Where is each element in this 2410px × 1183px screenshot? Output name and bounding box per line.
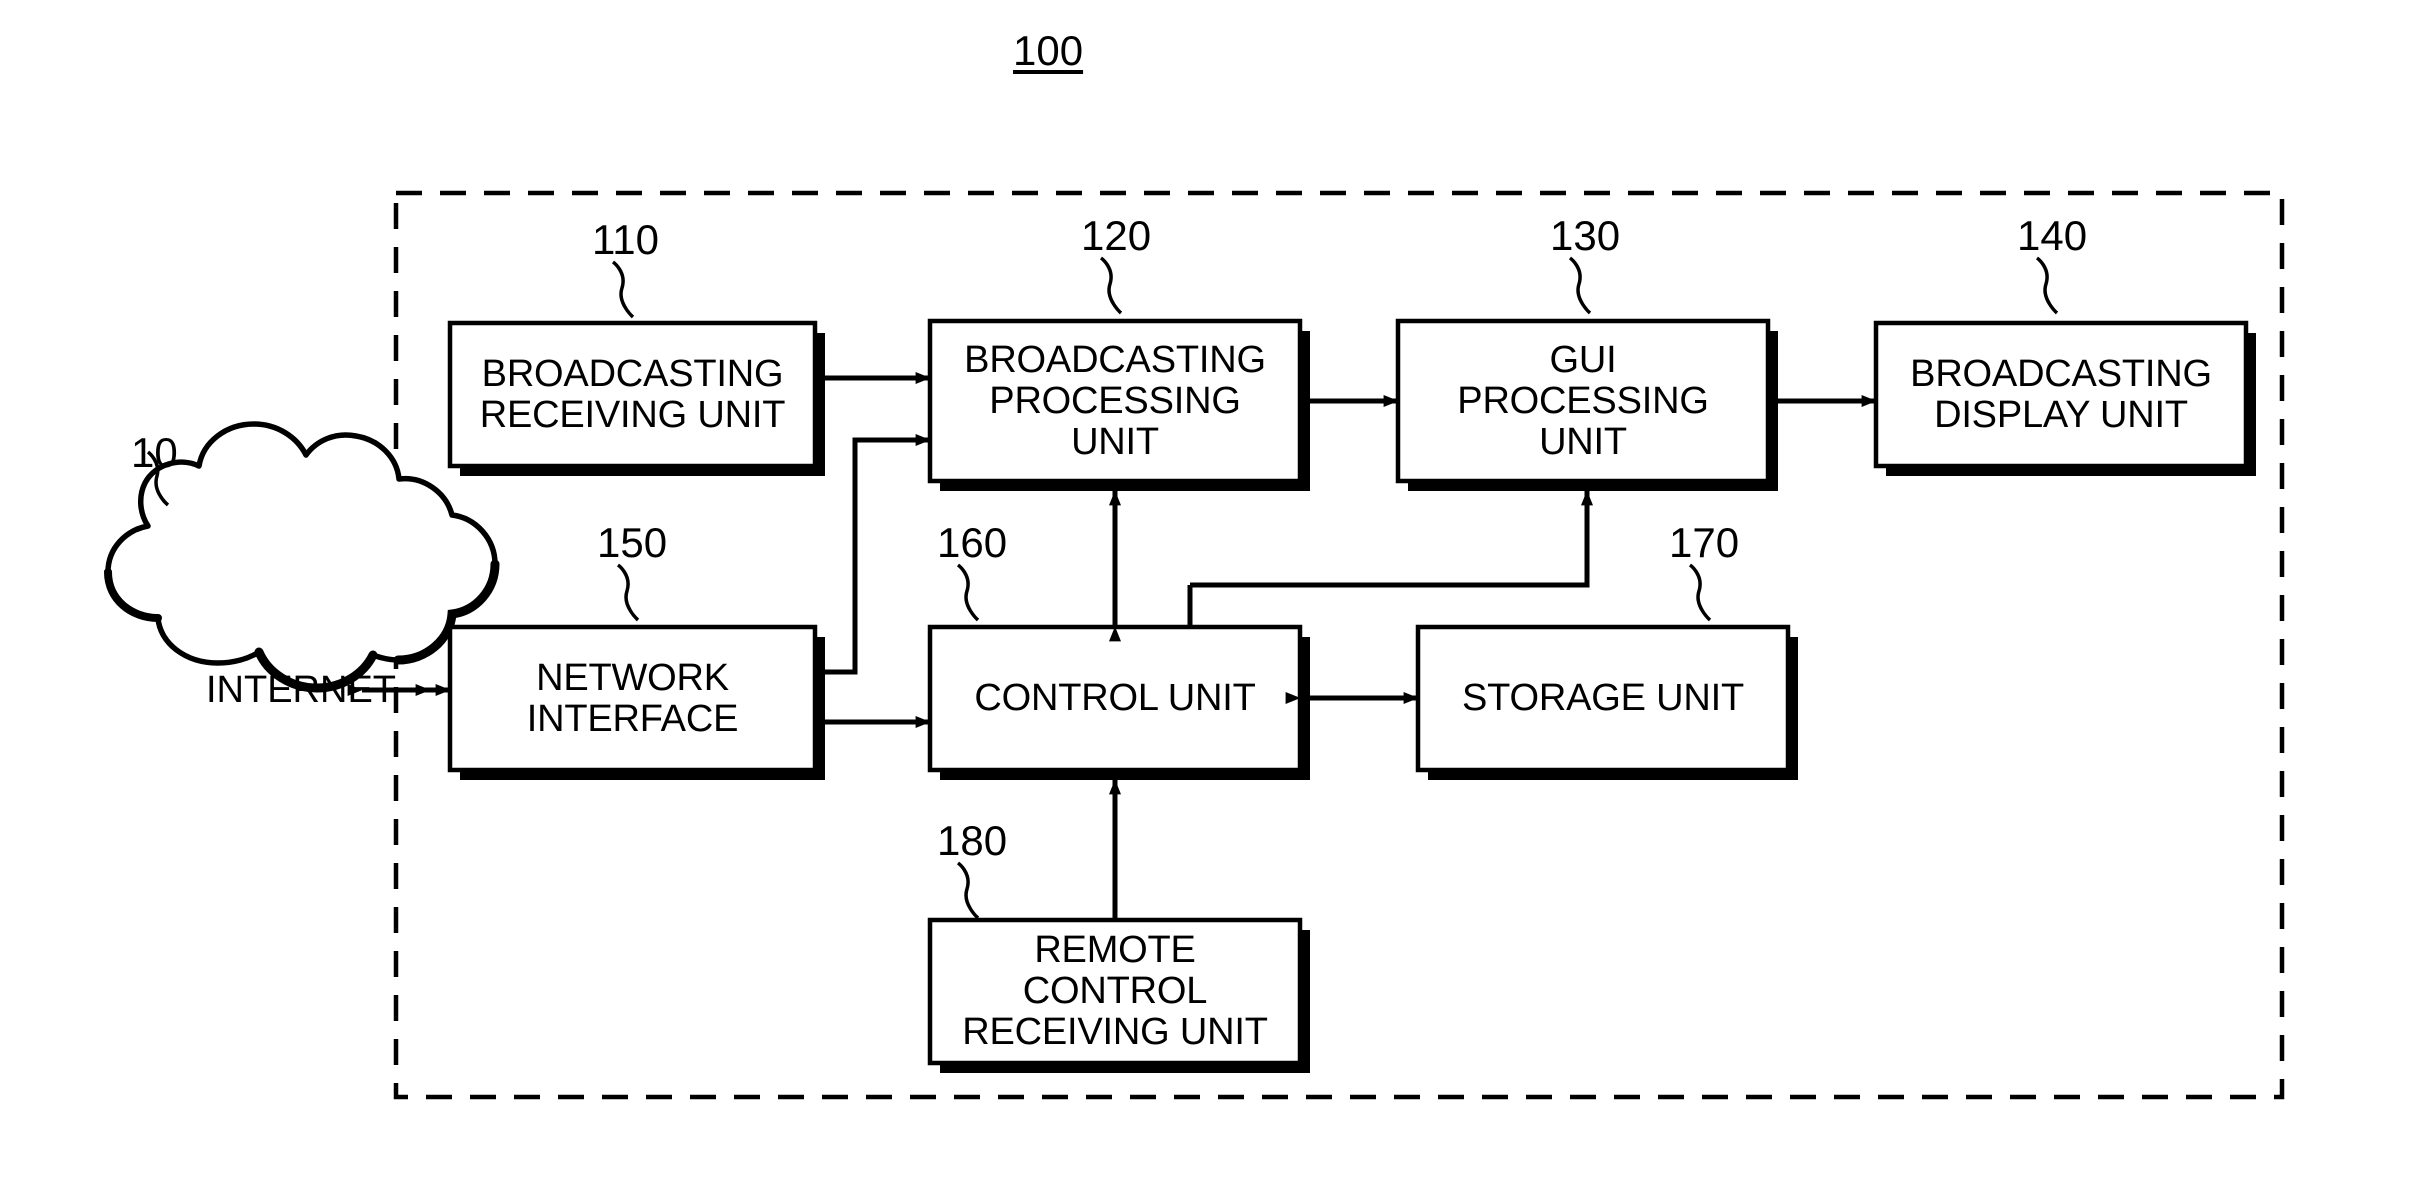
- block-control-unit: [927, 624, 1310, 780]
- ref-130: 130: [1550, 212, 1621, 259]
- ref-160: 160: [937, 519, 1008, 566]
- lead-140: [2035, 256, 2059, 315]
- ref-10: 10: [131, 429, 178, 476]
- lead-150: [616, 563, 640, 622]
- lead-160: [956, 563, 980, 622]
- reference-lead-lines: [611, 256, 2059, 920]
- ref-180: 180: [937, 817, 1008, 864]
- internet-label: INTERNET: [206, 669, 396, 711]
- ref-140: 140: [2017, 212, 2088, 259]
- figure-canvas: 100 10 INTERNET 110 120 130 140 150 160 …: [0, 0, 2410, 1183]
- lead-170: [1688, 563, 1712, 622]
- diagram-svg: [104, 190, 2285, 1100]
- lead-120: [1099, 256, 1123, 315]
- block-remote-control-receiving-unit: [927, 917, 1310, 1073]
- ref-100: 100: [1013, 27, 1084, 74]
- conn-control-to-gui: [1190, 490, 1593, 588]
- block-gui-processing-unit: [1395, 318, 1778, 491]
- lead-180: [956, 861, 980, 920]
- conn-network-to-processing: [815, 434, 931, 675]
- ref-120: 120: [1081, 212, 1152, 259]
- ref-110: 110: [592, 216, 659, 263]
- ref-170: 170: [1669, 519, 1740, 566]
- block-network-interface: [447, 624, 825, 780]
- block-broadcasting-receiving-unit: [447, 320, 825, 476]
- block-broadcasting-display-unit: [1873, 320, 2256, 476]
- ref-150: 150: [597, 519, 668, 566]
- lead-110: [611, 260, 635, 319]
- block-storage-unit: [1415, 624, 1798, 780]
- lead-130: [1568, 256, 1592, 315]
- block-broadcasting-processing-unit: [927, 318, 1310, 491]
